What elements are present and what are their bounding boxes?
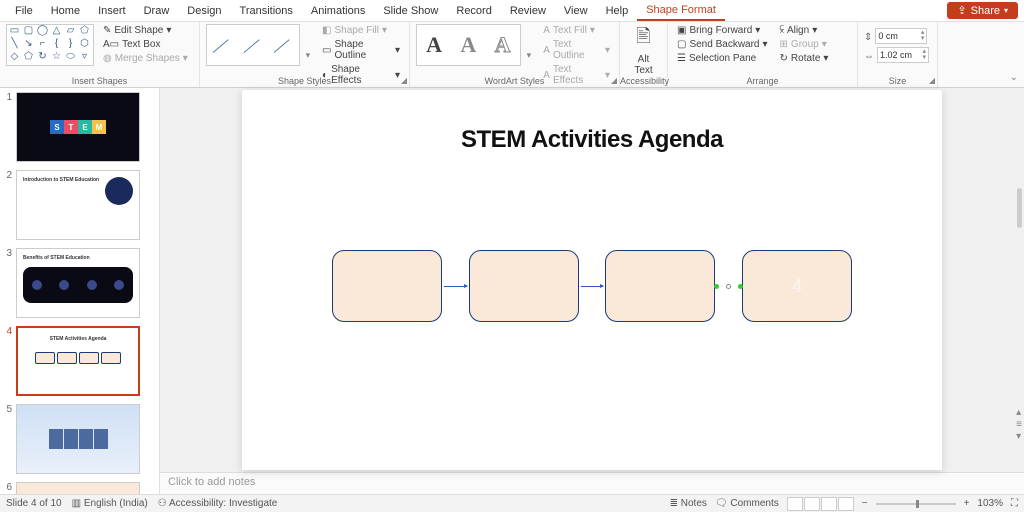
tab-record[interactable]: Record [447,2,500,20]
share-icon: ⇪ [957,4,966,17]
tab-home[interactable]: Home [42,2,89,20]
align-icon: ⫁ [780,25,784,36]
group-label: WordArt Styles [410,76,619,86]
shape-fill-button: ◧Shape Fill ▾ [319,24,403,37]
group-label: Insert Shapes [0,76,199,86]
group-icon: ⊞ [780,39,788,50]
workspace: 1STEM 2Introduction to STEM Education 3B… [0,88,1024,494]
group-label: Arrange [668,76,857,86]
height-input[interactable]: 0 cm▴▾ [875,28,927,44]
language-indicator[interactable]: ▥ English (India) [72,498,148,509]
view-buttons[interactable] [787,497,854,511]
agenda-box-3[interactable] [605,250,715,322]
connector-1[interactable] [444,286,467,287]
group-button: ⊞Group ▾ [777,38,832,51]
share-button[interactable]: ⇪Share▾ [947,2,1018,19]
dialog-launcher[interactable]: ◢ [611,76,617,85]
slide-thumbnails[interactable]: 1STEM 2Introduction to STEM Education 3B… [0,88,160,494]
bring-forward-button[interactable]: ▣Bring Forward ▾ [674,24,771,37]
notes-toggle[interactable]: ≣ Notes [670,498,707,509]
slide-nav-arrows[interactable]: ▴≡▾ [1016,407,1022,442]
zoom-out-button[interactable]: − [862,498,868,509]
alt-text-button[interactable]: 🖹Alt Text [630,24,658,76]
thumb-2[interactable]: Introduction to STEM Education [16,170,140,240]
text-fill-button: AText Fill ▾ [540,24,613,37]
width-icon: ⇔ [864,51,874,62]
height-icon: ⇕ [864,32,872,43]
thumb-5[interactable] [16,404,140,474]
zoom-level[interactable]: 103% [977,498,1003,509]
rotate-button[interactable]: ↻Rotate ▾ [777,52,832,65]
wordart-gallery[interactable]: AAA [416,24,521,66]
connector-3-selected[interactable] [717,286,740,287]
edit-shape-icon: ✎ [103,25,111,36]
thumb-4[interactable]: STEM Activities Agenda [16,326,140,396]
dialog-launcher[interactable]: ◢ [401,76,407,85]
zoom-in-button[interactable]: + [964,498,970,509]
text-outline-button: AText Outline ▾ [540,38,613,62]
thumb-3[interactable]: Benefits of STEM Education [16,248,140,318]
tab-animations[interactable]: Animations [302,2,374,20]
group-label: Shape Styles [200,76,409,86]
notes-pane[interactable]: Click to add notes [160,472,1024,494]
tab-review[interactable]: Review [501,2,555,20]
align-button[interactable]: ⫁Align ▾ [777,24,832,37]
vertical-scrollbar[interactable] [1017,188,1022,228]
agenda-box-4[interactable]: 4 [742,250,852,322]
agenda-boxes: 4 [332,250,852,322]
connector-2[interactable] [581,286,604,287]
text-fill-icon: A [543,25,550,36]
comments-toggle[interactable]: 🗨 Comments [715,498,779,509]
merge-shapes-button: ◍Merge Shapes ▾ [100,52,191,65]
shape-styles-gallery[interactable] [206,24,300,66]
pane-icon: ☰ [677,53,686,64]
group-label: Size [858,76,937,86]
zoom-slider[interactable] [876,503,956,505]
textbox-icon: A▭ [103,39,119,50]
tab-view[interactable]: View [555,2,597,20]
rotate-icon: ↻ [780,53,788,64]
group-label: Accessibility [620,76,667,86]
fit-window-button[interactable]: ⛶ [1011,498,1018,509]
agenda-box-1[interactable] [332,250,442,322]
menu-bar: File Home Insert Draw Design Transitions… [0,0,1024,22]
tab-help[interactable]: Help [597,2,638,20]
forward-icon: ▣ [677,25,686,36]
backward-icon: ▢ [677,39,686,50]
width-input[interactable]: 1.02 cm▴▾ [877,47,929,63]
collapse-ribbon-button[interactable]: ⌄ [1010,72,1018,83]
tab-insert[interactable]: Insert [89,2,135,20]
tab-draw[interactable]: Draw [135,2,179,20]
outline-icon: ▭ [322,45,331,56]
text-outline-icon: A [543,45,550,56]
dialog-launcher[interactable]: ◢ [929,76,935,85]
accessibility-check[interactable]: ⚇ Accessibility: Investigate [158,498,278,509]
thumb-6[interactable] [16,482,140,494]
slide-canvas[interactable]: STEM Activities Agenda 4 [242,90,942,470]
alt-text-icon: 🖹 [630,24,658,54]
fill-icon: ◧ [322,25,331,36]
agenda-box-2[interactable] [469,250,579,322]
thumb-1[interactable]: STEM [16,92,140,162]
slide-title[interactable]: STEM Activities Agenda [242,126,942,154]
edit-shape-button[interactable]: ✎Edit Shape ▾ [100,24,191,37]
shapes-gallery[interactable]: ▭▢◯△▱⬠ ╲↘⌐{}⬡ ◇⬠↻☆⬭▿ [6,24,94,66]
ribbon: ▭▢◯△▱⬠ ╲↘⌐{}⬡ ◇⬠↻☆⬭▿ ✎Edit Shape ▾ A▭Tex… [0,22,1024,88]
slide-indicator[interactable]: Slide 4 of 10 [6,498,62,509]
tab-slideshow[interactable]: Slide Show [374,2,447,20]
tab-design[interactable]: Design [178,2,230,20]
tab-transitions[interactable]: Transitions [231,2,302,20]
send-backward-button[interactable]: ▢Send Backward ▾ [674,38,771,51]
canvas-area: STEM Activities Agenda 4 ▴≡▾ [160,88,1024,494]
status-bar: Slide 4 of 10 ▥ English (India) ⚇ Access… [0,494,1024,512]
chevron-down-icon: ▾ [1004,6,1008,15]
merge-icon: ◍ [103,53,112,64]
tab-file[interactable]: File [6,2,42,20]
text-box-button[interactable]: A▭Text Box [100,38,191,51]
tab-shape-format[interactable]: Shape Format [637,1,725,21]
shape-outline-button[interactable]: ▭Shape Outline ▾ [319,38,403,62]
selection-pane-button[interactable]: ☰Selection Pane [674,52,771,65]
